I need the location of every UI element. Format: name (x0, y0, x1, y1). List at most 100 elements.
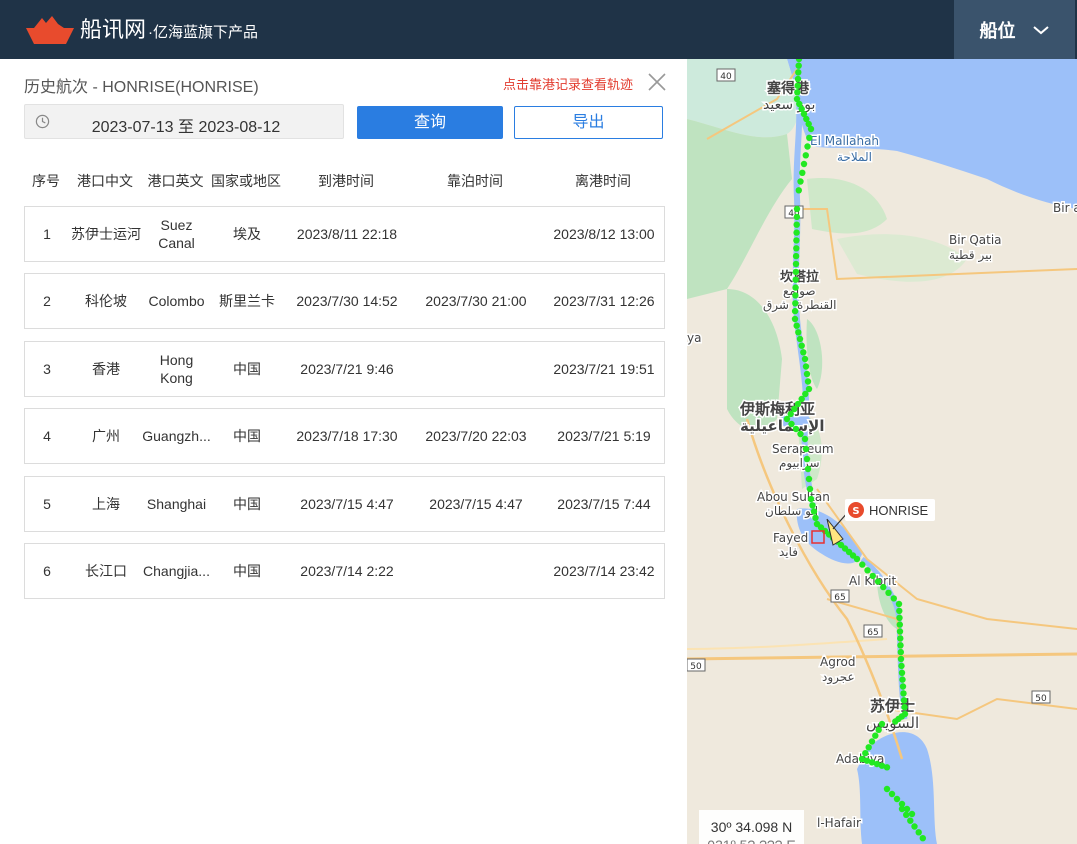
cell-no: 5 (43, 496, 51, 512)
cell-berth (410, 342, 542, 396)
place-label-serapeum-ar: سرابيوم (779, 456, 820, 471)
track-point (897, 642, 904, 649)
track-point (869, 572, 876, 580)
place-label-el-mallahah-ar: الملاحة (837, 150, 872, 164)
boat-logo-icon[interactable] (24, 14, 76, 46)
cell-country: 斯里兰卡 (219, 293, 275, 309)
table-row[interactable]: 5 上海 Shanghai 中国 2023/7/15 4:47 2023/7/1… (24, 476, 665, 532)
track-point (806, 134, 813, 141)
cell-port-en: Shanghai (146, 496, 207, 512)
track-point (896, 628, 904, 635)
track-point (803, 455, 811, 463)
cell-port-en: Guangzh... (143, 428, 210, 444)
place-label-bir-qatia: Bir Qatia (949, 233, 1002, 247)
voyage-history-panel: 历史航次 - HONRISE(HONRISE) 点击靠港记录查看轨迹 2023-… (0, 59, 687, 844)
ship-position-label: 船位 (979, 20, 1016, 41)
table-row[interactable]: 1 苏伊士运河 Suez Canal 埃及 2023/8/11 22:18 20… (24, 206, 665, 262)
track-point (893, 795, 901, 803)
track-point (885, 589, 892, 596)
col-header-no: 序号 (32, 173, 60, 189)
track-point (865, 744, 872, 751)
road-shield-label: 40 (720, 72, 732, 82)
table-row[interactable]: 2 科伦坡 Colombo 斯里兰卡 2023/7/30 14:52 2023/… (24, 273, 665, 329)
track-point (807, 125, 815, 133)
cell-no: 3 (43, 361, 51, 377)
track-point (792, 276, 799, 283)
road-shield-label: 65 (834, 593, 845, 603)
track-point (804, 465, 812, 473)
panel-title: 历史航次 - HONRISE(HONRISE) (24, 79, 259, 96)
track-point (797, 430, 804, 438)
place-label-fayed: Fayed (773, 531, 808, 545)
table-header: 序号 港口中文 港口英文 国家或地区 到港时间 靠泊时间 离港时间 (24, 171, 665, 189)
track-point (794, 75, 802, 83)
coordinate-readout: 30º 34.098 N 031º 5?.??? E (699, 810, 804, 844)
track-point (919, 835, 926, 842)
track-point (792, 252, 800, 260)
track-point (805, 475, 813, 483)
track-point (864, 567, 871, 574)
cell-port-cn: 广州 (92, 428, 120, 444)
cell-berth: 2023/7/15 4:47 (429, 496, 523, 512)
map-view[interactable]: 40 40 65 65 50 50 塞得港 بور سعيد El Mallah… (687, 59, 1077, 844)
cell-port-cn: 苏伊士运河 (71, 226, 141, 242)
place-label-port-said: 塞得港 (767, 80, 810, 97)
track-point (793, 229, 800, 236)
track-point (795, 62, 802, 69)
map-canvas[interactable]: 40 40 65 65 50 50 塞得港 بور سعيد El Mallah… (687, 59, 1077, 844)
track-point (793, 245, 800, 252)
table-row[interactable]: 6 长江口 Changjia... 中国 2023/7/14 2:22 2023… (24, 543, 665, 599)
place-label-qantara-ar1: القنطرة (797, 298, 836, 313)
place-label-agrod: Agrod (820, 655, 855, 669)
track-point (809, 502, 816, 509)
export-button[interactable]: 导出 (514, 106, 663, 139)
track-point (872, 732, 879, 739)
track-point (898, 805, 906, 813)
place-label-el-mallahah: El Mallahah (810, 134, 879, 148)
track-point (791, 315, 799, 323)
cell-departure: 2023/7/21 5:19 (557, 428, 651, 444)
close-icon[interactable] (647, 72, 667, 92)
cell-port-en: Colombo (148, 293, 205, 309)
track-point (792, 260, 800, 268)
brand-title[interactable]: 船讯网 ·亿海蓝旗下产品 (80, 16, 258, 47)
track-point (800, 349, 807, 356)
place-label-bir-a: Bir a (1053, 201, 1077, 215)
track-point (915, 829, 922, 836)
track-point (896, 621, 903, 628)
track-point (806, 485, 814, 493)
cell-arrival: 2023/7/30 14:52 (296, 293, 398, 309)
track-point (799, 169, 806, 176)
track-tip-link[interactable]: 点击靠港记录查看轨迹 (503, 74, 633, 93)
cell-berth (410, 544, 542, 598)
track-point (875, 726, 882, 733)
track-point (797, 178, 804, 185)
date-range-picker[interactable]: 2023-07-13 至 2023-08-12 (24, 104, 344, 139)
ship-position-menu[interactable]: 船位 (954, 0, 1075, 59)
cell-port-cn: 上海 (92, 496, 120, 512)
track-point (800, 160, 808, 168)
track-point (794, 89, 801, 96)
track-point (794, 82, 801, 89)
cell-country: 中国 (233, 428, 261, 444)
track-point (801, 435, 809, 443)
track-point (859, 561, 866, 568)
place-label-qantara-ar2: شرق (763, 298, 789, 313)
track-point (880, 583, 887, 591)
track-point (792, 300, 799, 307)
track-point (897, 635, 904, 642)
place-label-fayed-ar: فايد (779, 545, 798, 559)
cell-country: 埃及 (233, 226, 261, 242)
cell-country: 中国 (233, 563, 261, 579)
track-point (897, 648, 904, 656)
cell-port-en: Changjia... (143, 563, 210, 579)
cell-departure: 2023/7/14 23:42 (553, 563, 655, 579)
table-row[interactable]: 3 香港 Hong Kong 中国 2023/7/21 9:46 2023/7/… (24, 341, 665, 397)
track-point (783, 415, 791, 423)
track-point (792, 284, 799, 291)
place-label-bir-qatia-ar: بير قطية (949, 248, 992, 263)
query-button[interactable]: 查询 (357, 106, 503, 139)
ship-name-label: HONRISE (869, 503, 929, 518)
table-row[interactable]: 4 广州 Guangzh... 中国 2023/7/18 17:30 2023/… (24, 408, 665, 464)
cell-arrival: 2023/8/11 22:18 (296, 226, 398, 242)
